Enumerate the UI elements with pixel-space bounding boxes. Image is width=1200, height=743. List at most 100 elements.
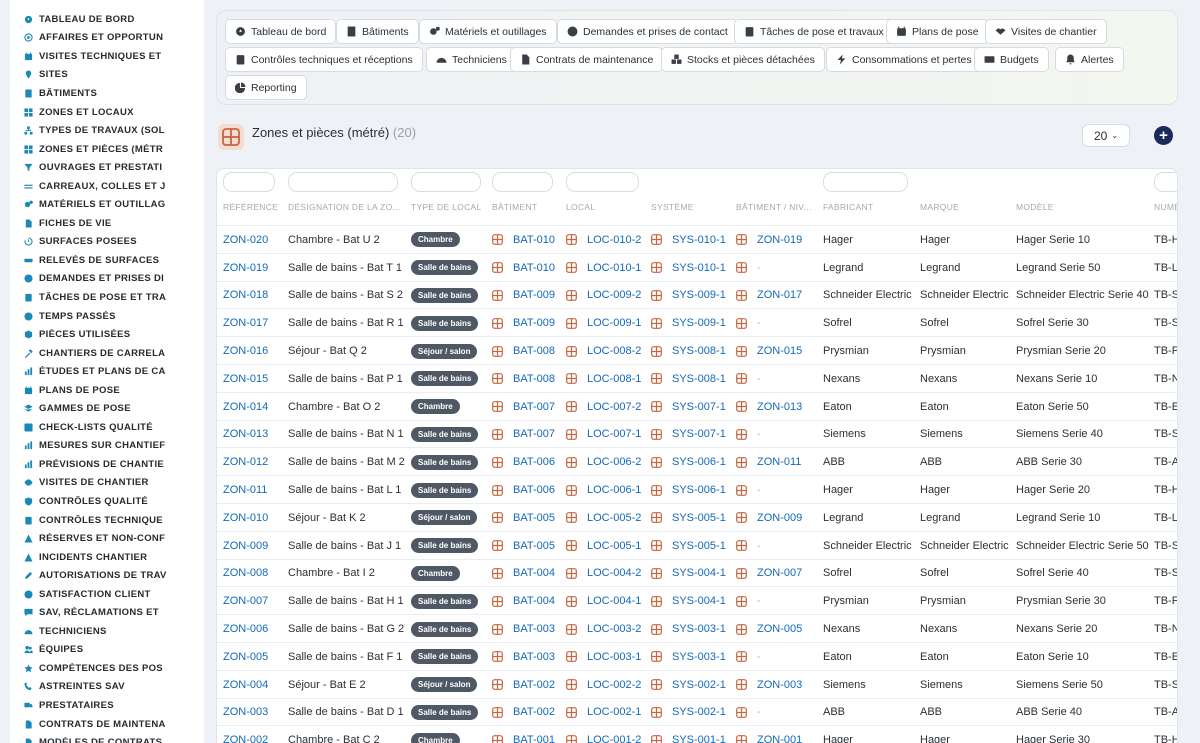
cell-niv-value[interactable]: ZON-013	[757, 401, 802, 413]
sidebar-item[interactable]: OUVRAGES ET PRESTATI	[10, 158, 204, 177]
sidebar-item[interactable]: PRESTATAIRES	[10, 696, 204, 715]
nav-chip[interactable]: Tâches de pose et travaux	[734, 19, 894, 44]
cell-niv-value[interactable]: ZON-011	[757, 456, 801, 468]
cell-bat-value[interactable]: BAT-006	[513, 456, 555, 468]
cell-local-value[interactable]: LOC-004-1	[587, 595, 641, 607]
table-row[interactable]: ZON-013 Salle de bains - Bat N 1 Salle de …	[217, 419, 1177, 448]
sidebar-item[interactable]: CARREAUX, COLLES ET J	[10, 177, 204, 196]
cell-local-value[interactable]: LOC-010-1	[587, 262, 641, 274]
sidebar-item[interactable]: MODÈLES DE CONTRATS	[10, 733, 204, 743]
column-header[interactable]: NUMÉ	[1154, 202, 1177, 212]
cell-ref-value[interactable]: ZON-017	[223, 317, 268, 329]
column-filter-input[interactable]	[823, 172, 908, 192]
cell-sys-value[interactable]: SYS-010-1	[672, 234, 726, 246]
table-row[interactable]: ZON-011 Salle de bains - Bat L 1 Salle de …	[217, 475, 1177, 503]
cell-sys-value[interactable]: SYS-008-1	[672, 373, 726, 385]
cell-sys-value[interactable]: SYS-007-1	[672, 401, 726, 413]
sidebar-item[interactable]: ZONES ET PIÈCES (MÉTR	[10, 140, 204, 159]
cell-bat-value[interactable]: BAT-004	[513, 567, 555, 579]
cell-local-value[interactable]: LOC-004-2	[587, 567, 641, 579]
table-row[interactable]: ZON-019 Salle de bains - Bat T 1 Salle de …	[217, 252, 1177, 281]
cell-niv-value[interactable]: ZON-005	[757, 623, 802, 635]
cell-local-value[interactable]: LOC-009-2	[587, 289, 641, 301]
cell-ref-value[interactable]: ZON-020	[223, 234, 268, 246]
cell-ref-value[interactable]: ZON-011	[223, 484, 267, 496]
table-row[interactable]: ZON-012 Salle de bains - Bat M 2 Salle de …	[217, 447, 1177, 475]
table-row[interactable]: ZON-003 Salle de bains - Bat D 1 Salle de …	[217, 697, 1177, 726]
sidebar-item[interactable]: ZONES ET LOCAUX	[10, 103, 204, 122]
table-row[interactable]: ZON-002 Chambre - Bat C 2 Chambre BAT-001 LO…	[217, 725, 1177, 743]
table-row[interactable]: ZON-005 Salle de bains - Bat F 1 Salle de …	[217, 642, 1177, 670]
cell-sys-value[interactable]: SYS-009-1	[672, 317, 726, 329]
cell-ref-value[interactable]: ZON-008	[223, 567, 268, 579]
cell-ref-value[interactable]: ZON-015	[223, 373, 268, 385]
cell-bat-value[interactable]: BAT-007	[513, 428, 555, 440]
cell-ref-value[interactable]: ZON-004	[223, 679, 268, 691]
cell-niv-value[interactable]: ZON-007	[757, 567, 802, 579]
cell-sys-value[interactable]: SYS-004-1	[672, 567, 726, 579]
table-row[interactable]: ZON-006 Salle de bains - Bat G 2 Salle de …	[217, 614, 1177, 642]
nav-chip[interactable]: Reporting	[225, 75, 307, 100]
nav-chip[interactable]: Contrôles techniques et réceptions	[225, 47, 423, 72]
cell-bat-value[interactable]: BAT-003	[513, 651, 555, 663]
cell-bat-value[interactable]: BAT-006	[513, 484, 555, 496]
column-filter-input[interactable]	[411, 172, 481, 192]
sidebar-item[interactable]: MATÉRIELS ET OUTILLAG	[10, 195, 204, 214]
cell-local-value[interactable]: LOC-008-1	[587, 373, 641, 385]
sidebar-item[interactable]: CONTRATS DE MAINTENA	[10, 715, 204, 734]
sidebar-item[interactable]: AUTORISATIONS DE TRAV	[10, 566, 204, 585]
cell-ref-value[interactable]: ZON-009	[223, 540, 268, 552]
cell-niv-value[interactable]: ZON-009	[757, 512, 802, 524]
cell-niv-value[interactable]: ZON-019	[757, 234, 802, 246]
nav-chip[interactable]: Budgets	[974, 47, 1049, 72]
table-row[interactable]: ZON-010 Séjour - Bat K 2 Séjour / salon BAT…	[217, 503, 1177, 531]
sidebar-item[interactable]: ÉQUIPES	[10, 641, 204, 660]
cell-niv-value[interactable]: ZON-003	[757, 679, 802, 691]
cell-bat-value[interactable]: BAT-009	[513, 289, 555, 301]
cell-ref-value[interactable]: ZON-012	[223, 456, 268, 468]
sidebar-item[interactable]: PIÈCES UTILISÉES	[10, 325, 204, 344]
cell-sys-value[interactable]: SYS-003-1	[672, 623, 726, 635]
table-row[interactable]: ZON-008 Chambre - Bat I 2 Chambre BAT-004 LO…	[217, 558, 1177, 587]
column-header[interactable]: MARQUE	[920, 202, 959, 212]
column-header[interactable]: TYPE DE LOCAL	[411, 202, 482, 212]
sidebar-item[interactable]: CHECK-LISTS QUALITÉ	[10, 418, 204, 437]
nav-chip[interactable]: Tableau de bord	[225, 19, 337, 44]
table-row[interactable]: ZON-016 Séjour - Bat Q 2 Séjour / salon BAT…	[217, 336, 1177, 364]
table-row[interactable]: ZON-007 Salle de bains - Bat H 1 Salle de …	[217, 586, 1177, 614]
cell-ref-value[interactable]: ZON-016	[223, 345, 268, 357]
sidebar-item[interactable]: PLANS DE POSE	[10, 381, 204, 400]
cell-niv-value[interactable]: ZON-001	[757, 734, 802, 743]
sidebar-item[interactable]: VISITES DE CHANTIER	[10, 474, 204, 493]
nav-chip[interactable]: Plans de pose	[886, 19, 989, 44]
cell-local-value[interactable]: LOC-007-1	[587, 428, 641, 440]
cell-ref-value[interactable]: ZON-010	[223, 512, 268, 524]
cell-bat-value[interactable]: BAT-004	[513, 595, 555, 607]
cell-bat-value[interactable]: BAT-003	[513, 623, 555, 635]
cell-sys-value[interactable]: SYS-003-1	[672, 651, 726, 663]
cell-bat-value[interactable]: BAT-005	[513, 512, 555, 524]
sidebar-item[interactable]: VISITES TECHNIQUES ET	[10, 47, 204, 66]
cell-ref-value[interactable]: ZON-002	[223, 734, 268, 743]
sidebar-item[interactable]: SAV, RÉCLAMATIONS ET	[10, 604, 204, 623]
cell-ref-value[interactable]: ZON-003	[223, 706, 268, 718]
sidebar-item[interactable]: ÉTUDES ET PLANS DE CA	[10, 362, 204, 381]
cell-local-value[interactable]: LOC-005-1	[587, 540, 641, 552]
sidebar-item[interactable]: MESURES SUR CHANTIEF	[10, 437, 204, 456]
cell-bat-value[interactable]: BAT-002	[513, 679, 555, 691]
nav-chip[interactable]: Techniciens	[426, 47, 517, 72]
nav-chip[interactable]: Consommations et pertes	[826, 47, 982, 72]
cell-sys-value[interactable]: SYS-001-1	[672, 734, 726, 743]
sidebar-item[interactable]: PRÉVISIONS DE CHANTIE	[10, 455, 204, 474]
column-header[interactable]: BÂTIMENT	[492, 202, 537, 212]
column-header[interactable]: RÉFÉRENCE	[223, 202, 278, 212]
nav-chip[interactable]: Bâtiments	[336, 19, 419, 44]
column-filter-input[interactable]	[223, 172, 275, 192]
sidebar-item[interactable]: SATISFACTION CLIENT	[10, 585, 204, 604]
column-filter-input[interactable]	[288, 172, 398, 192]
sidebar-item[interactable]: SURFACES POSEES	[10, 233, 204, 252]
cell-bat-value[interactable]: BAT-010	[513, 262, 555, 274]
column-header[interactable]: SYSTÈME	[651, 202, 694, 212]
sidebar-item[interactable]: TYPES DE TRAVAUX (SOL	[10, 121, 204, 140]
cell-bat-value[interactable]: BAT-001	[513, 734, 555, 743]
